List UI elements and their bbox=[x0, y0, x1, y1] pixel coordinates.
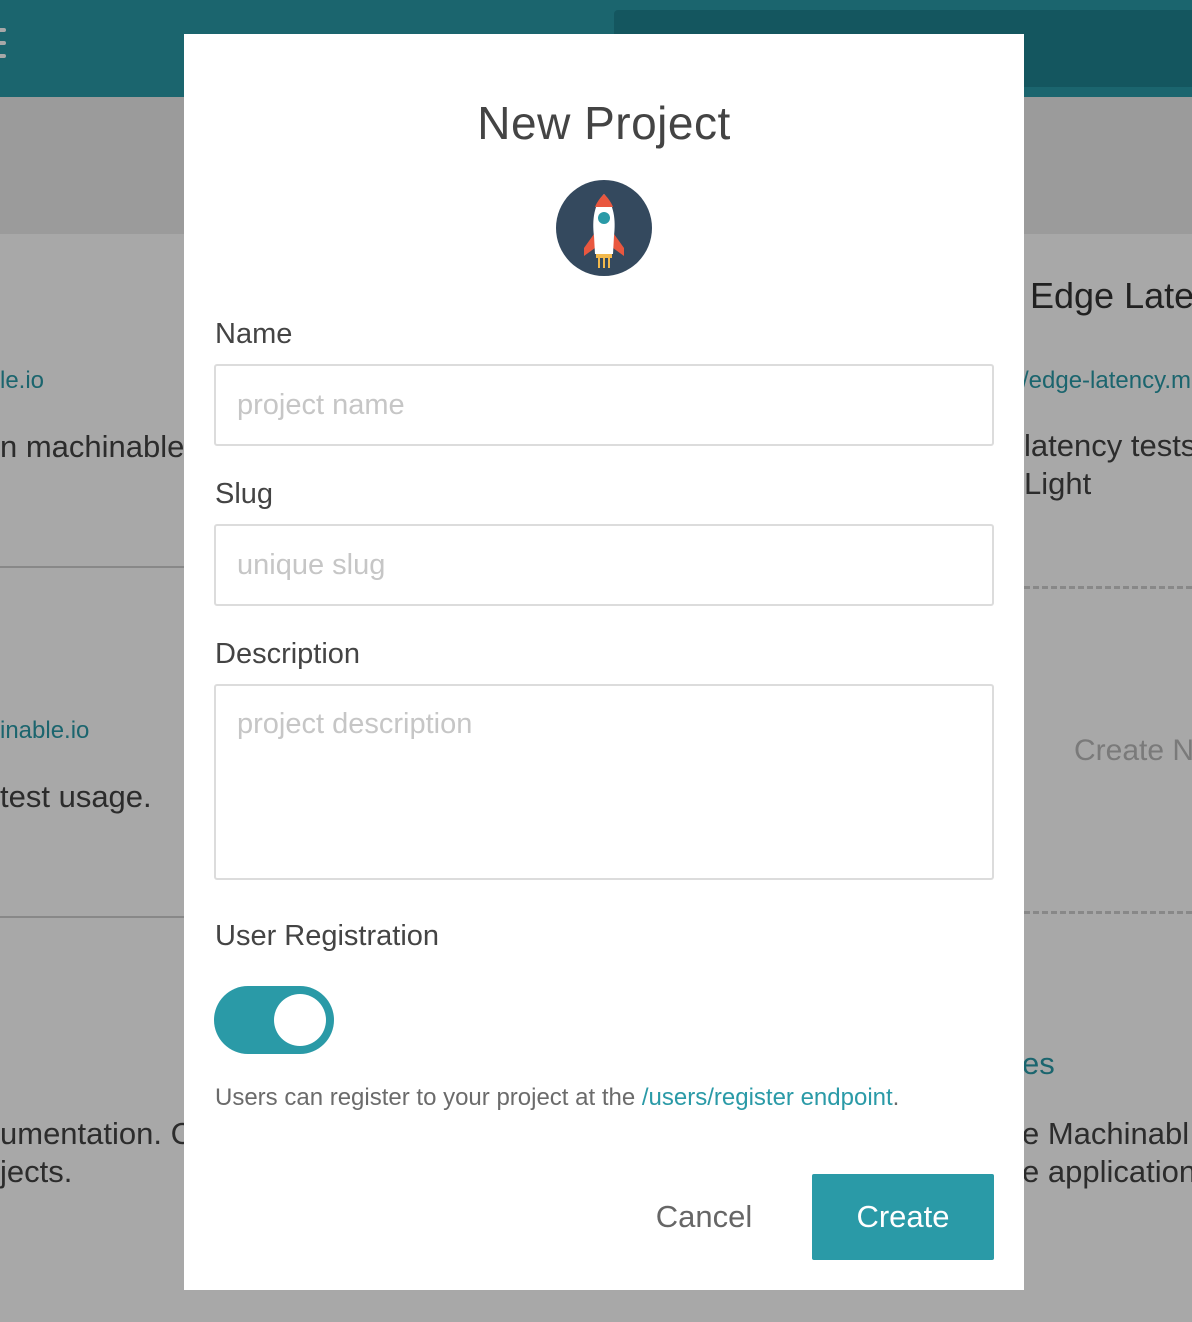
dialog-title: New Project bbox=[477, 97, 731, 149]
slug-input[interactable] bbox=[214, 524, 994, 606]
registration-hint: Users can register to your project at th… bbox=[215, 1084, 899, 1112]
rocket-icon bbox=[556, 180, 652, 276]
new-project-dialog: New Project Name Slug Description User R… bbox=[184, 34, 1024, 1290]
hint-prefix: Users can register to your project at th… bbox=[215, 1084, 642, 1111]
project-name-input[interactable] bbox=[214, 364, 994, 446]
name-label: Name bbox=[215, 318, 293, 350]
toggle-knob bbox=[274, 994, 326, 1046]
register-endpoint-link[interactable]: /users/register endpoint bbox=[642, 1084, 893, 1111]
create-button[interactable]: Create bbox=[812, 1174, 994, 1260]
hint-suffix: . bbox=[892, 1084, 900, 1111]
slug-label: Slug bbox=[215, 478, 274, 510]
user-registration-label: User Registration bbox=[215, 920, 440, 952]
description-textarea[interactable] bbox=[214, 684, 994, 880]
description-label: Description bbox=[215, 638, 361, 670]
user-registration-toggle[interactable] bbox=[214, 986, 334, 1054]
cancel-button[interactable]: Cancel bbox=[624, 1174, 784, 1260]
